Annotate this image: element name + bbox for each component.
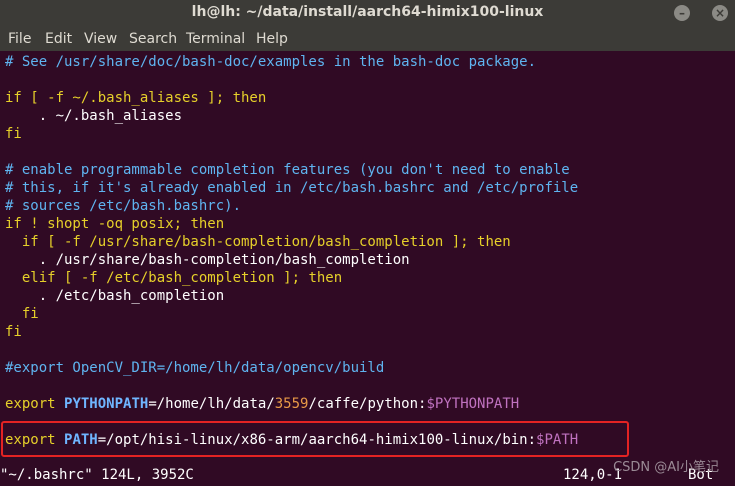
terminal-token: #export OpenCV_DIR=/home/lh/data/opencv/… [5,360,385,376]
terminal-line: . /usr/share/bash-completion/bash_comple… [5,251,410,269]
terminal-token: =/home/lh/data/ [148,396,275,412]
menu-search[interactable]: Search [129,31,177,47]
menu-terminal[interactable]: Terminal [186,31,245,47]
terminal-token: fi [5,306,39,322]
terminal-token: . ~/.bash_aliases [5,108,183,124]
terminal-token: /caffe/python: [308,396,427,412]
terminal-line: if ! shopt -oq posix; then [5,215,224,233]
terminal-line: # enable programmable completion feature… [5,161,570,179]
terminal-line: # sources /etc/bash.bashrc). [5,197,241,215]
terminal-token: then [232,90,267,106]
highlight-box [1,421,629,457]
terminal-line: fi [5,305,39,323]
terminal-line: #export OpenCV_DIR=/home/lh/data/opencv/… [5,359,384,377]
menu-edit[interactable]: Edit [45,31,72,47]
terminal-token: if ! shopt -oq posix; [5,216,191,232]
terminal-token: fi [5,126,22,142]
terminal-token: # See /usr/share/doc/bash-doc/examples i… [5,54,537,70]
menu-bar: File Edit View Search Terminal Help [0,26,735,51]
terminal-token: if [ -f /usr/share/bash-completion/bash_… [5,234,478,250]
terminal-line: export PYTHONPATH=/home/lh/data/3559/caf… [5,395,519,413]
terminal-line: fi [5,125,22,143]
terminal-token: # sources /etc/bash.bashrc). [5,198,242,214]
terminal-token: $PYTHONPATH [426,396,520,412]
terminal-token: . /usr/share/bash-completion/bash_comple… [5,252,410,268]
terminal-token: then [308,270,343,286]
close-button[interactable]: × [712,5,728,21]
terminal-line: fi [5,323,22,341]
terminal-line: . ~/.bash_aliases [5,107,182,125]
terminal-line: . /etc/bash_completion [5,287,224,305]
watermark: CSDN @AI小笔记 [613,460,719,475]
terminal-line: if [ -f /usr/share/bash-completion/bash_… [5,233,511,251]
minimize-button[interactable]: – [674,5,690,21]
terminal-line: # See /usr/share/doc/bash-doc/examples i… [5,53,536,71]
terminal-token: export [5,396,65,412]
terminal-token: then [477,234,511,250]
menu-view[interactable]: View [84,31,117,47]
terminal-token: . /etc/bash_completion [5,288,225,304]
terminal-line: # this, if it's already enabled in /etc/… [5,179,578,197]
window-title: lh@lh: ~/data/install/aarch64-himix100-l… [191,4,544,20]
terminal-token: # this, if it's already enabled in /etc/… [5,180,579,196]
terminal-token: then [190,216,225,232]
terminal-token: # enable programmable completion feature… [5,162,570,178]
terminal-token: fi [5,324,22,340]
menu-help[interactable]: Help [256,31,288,47]
menu-file[interactable]: File [8,31,31,47]
window-titlebar[interactable]: lh@lh: ~/data/install/aarch64-himix100-l… [0,0,735,26]
terminal-token: 3559 [274,396,309,412]
status-file-info: "~/.bashrc" 124L, 3952C [0,467,194,483]
terminal-line: if [ -f ~/.bash_aliases ]; then [5,89,266,107]
terminal-token: PYTHONPATH [64,396,149,412]
terminal-token: elif [ -f /etc/bash_completion ]; [5,270,309,286]
terminal-line: elif [ -f /etc/bash_completion ]; then [5,269,342,287]
terminal-token: if [ -f ~/.bash_aliases ]; [5,90,233,106]
